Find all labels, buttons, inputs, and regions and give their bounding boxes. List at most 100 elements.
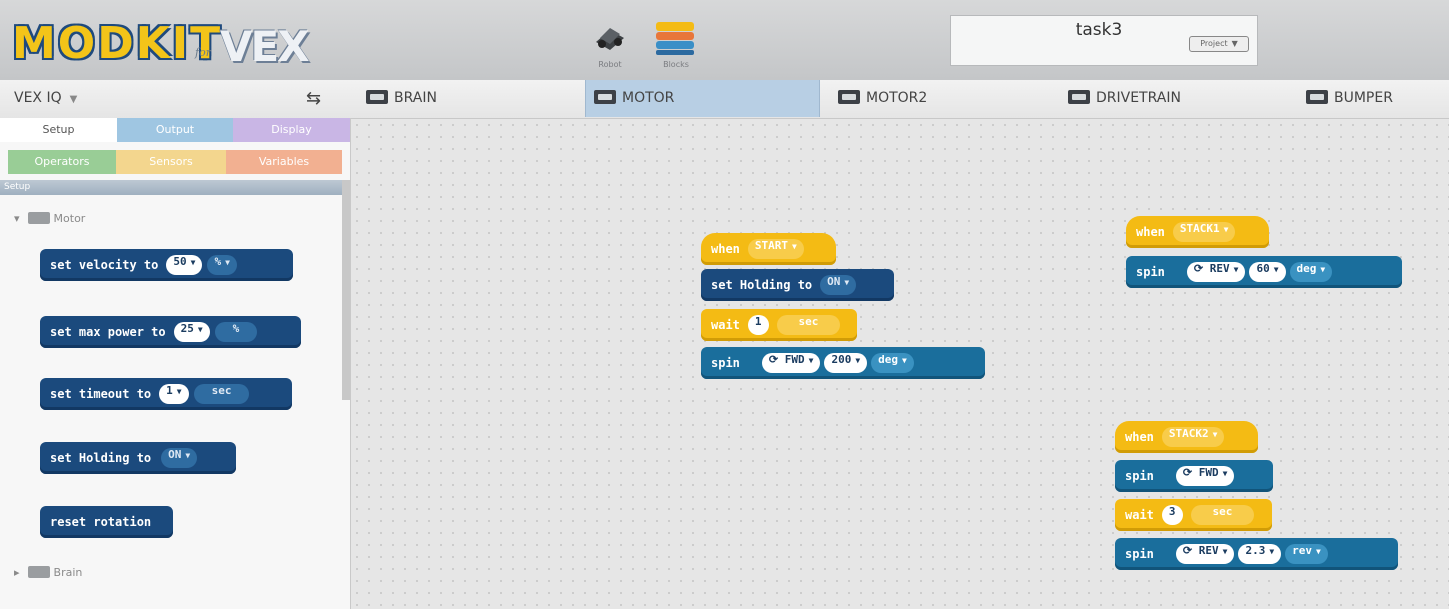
tree-motor[interactable]: ▾ Motor (14, 212, 85, 225)
motor-icon (594, 90, 616, 104)
spin-block[interactable]: spin ⟳ REV ▼ 2.3 ▼ rev ▼ (1115, 538, 1398, 570)
block-set-velocity[interactable]: set velocity to 50 ▼ % ▼ (40, 249, 293, 281)
block-text: spin (1125, 547, 1154, 561)
robot-view-button[interactable]: Robot (580, 18, 640, 76)
chevron-down-icon: ▼ (225, 258, 230, 267)
power-dropdown[interactable]: 25 ▼ (173, 322, 210, 342)
wait-input[interactable]: 1 (747, 315, 769, 335)
wait-block[interactable]: wait 1 sec (701, 309, 857, 341)
block-text: set Holding to (50, 451, 152, 465)
block-text: spin (711, 356, 740, 370)
tab-brain[interactable]: BRAIN (358, 80, 445, 117)
block-text: set Holding to (711, 278, 813, 292)
timeout-dropdown[interactable]: 1 ▼ (159, 384, 189, 404)
direction-dropdown[interactable]: ⟳ REV ▼ (1186, 262, 1246, 282)
block-set-max-power[interactable]: set max power to 25 ▼ % (40, 316, 301, 348)
dropdown-value: ON (168, 448, 182, 461)
chevron-down-icon: ▼ (844, 278, 850, 287)
app-header: MODKIT for VEX Robot Blocks task3 Projec… (0, 0, 1449, 81)
spin-block[interactable]: spin ⟳ REV ▼ 60 ▼ deg ▼ (1126, 256, 1402, 288)
event-dropdown[interactable]: STACK2 ▼ (1161, 427, 1225, 447)
tab-bumper-label: BUMPER (1334, 90, 1393, 106)
dropdown-value: 2.3 (1245, 544, 1266, 557)
block-palette: Setup Output Display Operators Sensors V… (0, 118, 351, 609)
block-text: reset rotation (50, 515, 152, 529)
set-holding-block[interactable]: set Holding to ON ▼ (701, 269, 894, 301)
tab-bumper[interactable]: BUMPER (1300, 80, 1399, 117)
when-stack2-block[interactable]: when STACK2 ▼ (1115, 421, 1258, 453)
tab-variables[interactable]: Variables (226, 150, 342, 174)
tab-setup[interactable]: Setup (0, 118, 117, 142)
project-menu-button[interactable]: Project ▼ (1189, 36, 1249, 52)
motor-icon (838, 90, 860, 104)
tree-brain[interactable]: ▸ Brain (14, 566, 82, 579)
block-set-holding[interactable]: set Holding to ON ▼ (40, 442, 236, 474)
block-text: set timeout to (50, 387, 152, 401)
modkit-logo: MODKIT for VEX (10, 10, 340, 72)
blocks-icon (656, 22, 694, 55)
direction-dropdown[interactable]: ⟳ FWD ▼ (1175, 466, 1235, 486)
chevron-down-icon: ▼ (1223, 225, 1229, 234)
block-text: set velocity to (50, 258, 159, 272)
tab-brain-label: BRAIN (394, 90, 437, 106)
chevron-down-icon: ▼ (1222, 547, 1228, 556)
blocks-view-label: Blocks (663, 60, 689, 69)
amount-dropdown[interactable]: 2.3 ▼ (1238, 544, 1282, 564)
palette-scrollbar[interactable] (342, 180, 350, 400)
logo-modkit-text: MODKIT (12, 18, 223, 69)
dropdown-value: REV (1198, 544, 1219, 557)
amount-dropdown[interactable]: 60 ▼ (1249, 262, 1286, 282)
holding-dropdown[interactable]: ON ▼ (161, 448, 198, 468)
amount-dropdown[interactable]: 200 ▼ (824, 353, 868, 373)
tab-drivetrain[interactable]: DRIVETRAIN (1062, 80, 1187, 117)
blocks-view-button[interactable]: Blocks (646, 18, 706, 76)
tab-output[interactable]: Output (117, 118, 233, 142)
block-text: wait (1125, 508, 1154, 522)
tab-motor2[interactable]: MOTOR2 (832, 80, 933, 117)
direction-dropdown[interactable]: ⟳ FWD ▼ (761, 353, 821, 373)
wait-input[interactable]: 3 (1161, 505, 1183, 525)
tab-display[interactable]: Display (233, 118, 350, 142)
wait-block[interactable]: wait 3 sec (1115, 499, 1272, 531)
when-stack1-block[interactable]: when STACK1 ▼ (1126, 216, 1269, 248)
chevron-down-icon: ▼ (808, 356, 814, 365)
rotate-icon: ⟳ (1193, 262, 1204, 275)
robot-icon (596, 28, 624, 50)
tree-brain-label: Brain (53, 566, 83, 579)
block-reset-rotation[interactable]: reset rotation (40, 506, 173, 538)
unit-dropdown[interactable]: deg ▼ (1289, 262, 1333, 282)
tab-operators[interactable]: Operators (8, 150, 116, 174)
unit-dropdown[interactable]: rev ▼ (1285, 544, 1328, 564)
event-dropdown[interactable]: STACK1 ▼ (1172, 222, 1236, 242)
event-dropdown[interactable]: START ▼ (747, 239, 804, 259)
tab-sensors[interactable]: Sensors (116, 150, 226, 174)
block-set-timeout[interactable]: set timeout to 1 ▼ sec (40, 378, 292, 410)
when-start-block[interactable]: when START ▼ (701, 233, 836, 265)
swap-icon[interactable]: ⇆ (306, 88, 321, 109)
chevron-down-icon: ▼ (1212, 430, 1218, 439)
tab-drivetrain-label: DRIVETRAIN (1096, 90, 1181, 106)
spin-block[interactable]: spin ⟳ FWD ▼ 200 ▼ deg ▼ (701, 347, 985, 379)
holding-dropdown[interactable]: ON ▼ (820, 275, 857, 295)
wait-unit: sec (776, 315, 841, 335)
chevron-down-icon: ▼ (1269, 547, 1275, 556)
platform-selector[interactable]: VEX IQ ▼ (14, 90, 77, 106)
spin-block[interactable]: spin ⟳ FWD ▼ (1115, 460, 1273, 492)
chevron-down-icon: ▼ (1316, 547, 1321, 556)
unit-dropdown[interactable]: % ▼ (207, 255, 237, 275)
unit-dropdown[interactable]: deg ▼ (871, 353, 914, 373)
dropdown-value: deg (1296, 262, 1317, 275)
chevron-down-icon: ▼ (1231, 39, 1238, 48)
tab-motor[interactable]: MOTOR (585, 80, 820, 117)
device-tab-bar: VEX IQ ▼ ⇆ BRAIN MOTOR MOTOR2 DRIVETRAIN … (0, 80, 1449, 119)
dropdown-value: FWD (784, 353, 805, 366)
dropdown-value: 200 (831, 353, 852, 366)
project-panel: task3 Project ▼ (950, 15, 1258, 66)
direction-dropdown[interactable]: ⟳ REV ▼ (1175, 544, 1235, 564)
block-text: when (1125, 430, 1154, 444)
expand-down-icon: ▾ (14, 212, 20, 225)
drivetrain-icon (1068, 90, 1090, 104)
velocity-dropdown[interactable]: 50 ▼ (166, 255, 203, 275)
block-text: set max power to (50, 325, 166, 339)
section-header: Setup (0, 180, 342, 195)
